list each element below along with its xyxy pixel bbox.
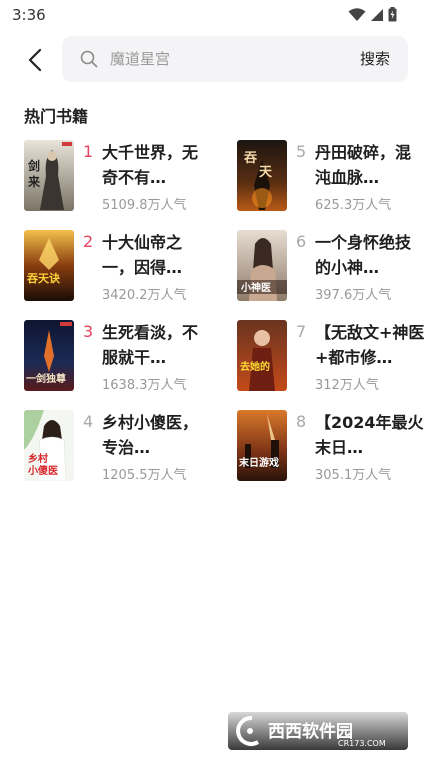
- book-rank: 5: [296, 142, 307, 161]
- book-cover: 小神医: [237, 230, 287, 301]
- book-rank: 4: [83, 412, 94, 431]
- search-button[interactable]: 搜索: [360, 48, 390, 69]
- svg-text:小傻医: 小傻医: [27, 464, 58, 477]
- book-popularity: 1205.5万人气: [102, 468, 187, 483]
- book-title: 丹田破碎，混沌血脉…: [315, 143, 412, 187]
- book-title: 乡村小傻医，专治…: [102, 413, 199, 457]
- book-item[interactable]: 末日游戏 8 【2024年最火末日… 305.1万人气: [237, 410, 427, 483]
- search-icon: [80, 50, 98, 68]
- chevron-left-icon: [28, 48, 42, 72]
- svg-text:来: 来: [27, 174, 41, 189]
- book-rank: 6: [296, 232, 307, 251]
- book-item[interactable]: 吞 天 5 丹田破碎，混沌血脉… 625.3万人气: [237, 140, 427, 213]
- book-title: 【无敌文+神医+都市修…: [315, 323, 425, 367]
- book-popularity: 305.1万人气: [315, 468, 392, 483]
- watermark-logo: 西西软件园 CR173.COM: [228, 712, 408, 750]
- book-title: 大千世界，无奇不有…: [102, 143, 199, 187]
- status-time: 3:36: [12, 6, 46, 24]
- book-rank: 7: [296, 322, 307, 341]
- book-popularity: 1638.3万人气: [102, 378, 187, 393]
- book-title: 十大仙帝之一，因得…: [102, 233, 183, 277]
- svg-text:末日游戏: 末日游戏: [239, 456, 279, 469]
- book-title: 一个身怀绝技的小神…: [315, 233, 412, 277]
- book-rank: 8: [296, 412, 307, 431]
- book-title: 【2024年最火末日…: [315, 413, 424, 457]
- book-item[interactable]: 去她的 7 【无敌文+神医+都市修… 312万人气: [237, 320, 427, 393]
- book-popularity: 625.3万人气: [315, 198, 392, 213]
- svg-text:乡村: 乡村: [28, 452, 48, 465]
- svg-text:一剑独尊: 一剑独尊: [26, 372, 66, 385]
- book-item[interactable]: 小神医 6 一个身怀绝技的小神… 397.6万人气: [237, 230, 427, 303]
- book-rank: 1: [83, 142, 94, 161]
- signal-icon: [371, 8, 383, 21]
- book-item[interactable]: 乡村 小傻医 4 乡村小傻医，专治… 1205.5万人气: [24, 410, 224, 483]
- book-popularity: 5109.8万人气: [102, 198, 187, 213]
- book-item[interactable]: 吞天诀 2 十大仙帝之一，因得… 3420.2万人气: [24, 230, 224, 303]
- svg-text:剑: 剑: [27, 158, 40, 173]
- watermark-sub: CR173.COM: [338, 739, 386, 748]
- svg-text:去她的: 去她的: [240, 360, 270, 373]
- battery-icon: [388, 7, 397, 22]
- book-cover: 一剑独尊: [24, 320, 74, 391]
- search-box[interactable]: 搜索: [62, 36, 408, 82]
- back-button[interactable]: [20, 44, 50, 76]
- book-title: 生死看淡，不服就干…: [102, 323, 199, 367]
- book-cover: 乡村 小傻医: [24, 410, 74, 481]
- book-rank: 2: [83, 232, 94, 251]
- book-cover: 剑 来: [24, 140, 74, 211]
- svg-text:天: 天: [259, 165, 273, 180]
- book-popularity: 3420.2万人气: [102, 288, 187, 303]
- book-cover: 去她的: [237, 320, 287, 391]
- svg-text:吞: 吞: [244, 151, 257, 166]
- wifi-icon: [348, 7, 366, 21]
- section-title: 热门书籍: [24, 107, 89, 126]
- book-popularity: 397.6万人气: [315, 288, 392, 303]
- book-item[interactable]: 剑 来 1 大千世界，无奇不有… 5109.8万人气: [24, 140, 224, 213]
- status-bar: 3:36: [0, 0, 427, 30]
- search-input[interactable]: [110, 48, 330, 70]
- book-cover: 吞天诀: [24, 230, 74, 301]
- book-popularity: 312万人气: [315, 378, 379, 393]
- svg-text:小神医: 小神医: [240, 281, 271, 294]
- book-item[interactable]: 一剑独尊 3 生死看淡，不服就干… 1638.3万人气: [24, 320, 224, 393]
- status-icons: [348, 7, 397, 22]
- book-cover: 吞 天: [237, 140, 287, 211]
- book-rank: 3: [83, 322, 94, 341]
- svg-text:吞天诀: 吞天诀: [27, 271, 61, 285]
- book-cover: 末日游戏: [237, 410, 287, 481]
